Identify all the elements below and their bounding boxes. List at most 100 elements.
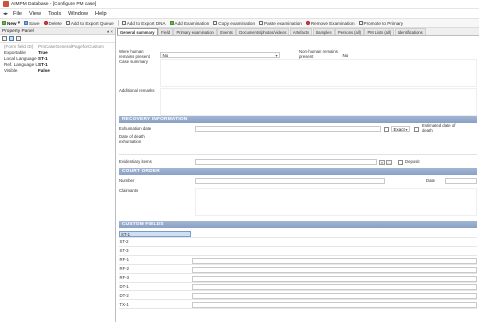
toolbar-separator	[117, 20, 119, 26]
custom-field-row: TX-1	[119, 301, 477, 310]
property-panel: Property Panel ♦ × (Form field ID) PmCase…	[0, 28, 116, 322]
property-pages-icon[interactable]	[16, 36, 21, 41]
court-date-input[interactable]	[445, 178, 477, 184]
delete-icon	[43, 21, 48, 25]
deposit-checkbox[interactable]	[398, 160, 403, 165]
remains-present-label: Were human remains present	[119, 49, 150, 59]
copy-icon	[213, 21, 218, 25]
property-panel-tools	[0, 35, 115, 43]
promote-primary-label: Promote to Primary	[363, 20, 404, 26]
custom-field-input[interactable]	[192, 284, 477, 291]
property-key: Ref. Language Label	[4, 61, 38, 67]
remove-icon	[305, 21, 310, 25]
tab-persons-all[interactable]: Persons (all)	[335, 28, 364, 35]
case-summary-input[interactable]	[160, 59, 477, 87]
save-label: Save	[29, 20, 40, 26]
custom-field-input[interactable]	[192, 257, 477, 264]
paste-icon	[259, 21, 264, 25]
claimants-input[interactable]	[195, 188, 477, 216]
tab-identifications[interactable]: Identifications	[394, 28, 426, 35]
tab-field[interactable]: Field	[158, 28, 173, 35]
custom-field-input[interactable]	[192, 293, 477, 300]
menu-file[interactable]: File	[13, 11, 22, 17]
tab-artefacts[interactable]: Artefacts	[289, 28, 313, 35]
custom-field-row: ST-1	[119, 230, 477, 238]
custom-field-label: TX-1	[119, 301, 129, 307]
property-value[interactable]: ST-1	[38, 62, 48, 67]
property-row[interactable]: (Form field ID) PmCaseGeneralPageforCusto…	[0, 43, 115, 49]
menu-view[interactable]: View	[29, 11, 41, 17]
court-order-section-header: COURT ORDER	[119, 168, 477, 175]
tab-pm-lists-all[interactable]: PM Lists (all)	[364, 28, 395, 35]
custom-field-input[interactable]	[192, 302, 477, 309]
promote-primary-button[interactable]: Promote to Primary	[358, 20, 404, 26]
custom-field-label[interactable]: ST-1	[119, 230, 191, 237]
evidentiary-clear-button[interactable]: ×	[379, 159, 385, 165]
custom-field-input[interactable]	[192, 266, 477, 273]
paste-examination-button[interactable]: Paste examination	[259, 21, 302, 26]
alphabetical-icon[interactable]	[9, 36, 14, 41]
custom-field-label: RF-1	[119, 257, 130, 263]
evidentiary-items-input[interactable]	[195, 159, 377, 165]
property-value[interactable]: False	[38, 68, 50, 73]
remove-examination-button[interactable]: Remove Examination	[305, 20, 355, 26]
tab-samples[interactable]: Samples	[312, 28, 335, 35]
property-row[interactable]: Visible False	[0, 67, 115, 73]
tab-events[interactable]: Events	[217, 28, 236, 35]
add-export-dna-button[interactable]: Add to Export DNA	[121, 21, 166, 26]
custom-field-label: RF-3	[119, 275, 130, 280]
export-queue-icon	[65, 21, 70, 25]
property-key: (Form field ID)	[4, 43, 34, 49]
date-death-exhumation-label: Date of death exhumation	[119, 134, 145, 144]
claimants-label: Claimants	[119, 188, 139, 193]
exhumation-precision-select[interactable]: Exact	[391, 126, 410, 132]
custom-field-input[interactable]	[192, 275, 477, 282]
custom-field-label: DT-1	[119, 283, 129, 289]
new-button[interactable]: New ▾	[2, 20, 20, 26]
property-panel-header: Property Panel ♦ ×	[0, 28, 115, 35]
add-examination-button[interactable]: Add Examination	[169, 21, 209, 26]
case-tabs: General summary Field Primary examination E…	[117, 28, 479, 36]
categorized-icon[interactable]	[2, 36, 7, 41]
property-value[interactable]: PmCaseGeneralPageforCustom	[38, 44, 104, 49]
tab-documents-photos-videos[interactable]: Documents/photos/videos	[236, 28, 290, 35]
non-human-remains-value-box[interactable]: No	[340, 52, 477, 58]
remove-examination-label: Remove Examination	[310, 20, 355, 26]
case-summary-label: Case summary	[119, 59, 148, 64]
custom-field-row: RF-2	[119, 266, 477, 274]
non-human-remains-label: Non-human remains present	[299, 49, 338, 59]
non-human-remains-value: No	[342, 53, 349, 58]
toolbar: New ▾ Save Delete Add to Export Queue Ad…	[0, 18, 479, 28]
court-number-input[interactable]	[195, 178, 385, 184]
add-export-queue-button[interactable]: Add to Export Queue	[65, 21, 114, 26]
additional-remarks-input[interactable]	[160, 88, 477, 116]
tab-general-summary[interactable]: General summary	[117, 28, 158, 35]
tab-primary-examination[interactable]: Primary examination	[173, 28, 217, 35]
menu-arrows-icon[interactable]: ◂▸	[3, 11, 8, 17]
save-button[interactable]: Save	[24, 20, 40, 26]
recovery-section-header: RECOVERY INFORMATION	[119, 116, 477, 123]
panel-pin-close-icon[interactable]: ♦ ×	[107, 29, 113, 34]
window-title: AIMPM Database - [Configure PM case]	[11, 1, 97, 7]
property-value[interactable]: ST-1	[38, 56, 48, 61]
custom-field-label: ST-3	[119, 248, 129, 254]
save-icon	[24, 21, 29, 25]
copy-examination-button[interactable]: Copy examination	[213, 21, 255, 26]
estimated-date-label: Estimated date of death	[422, 123, 456, 133]
exhumation-date-checkbox[interactable]	[384, 127, 389, 132]
property-key: Exportable	[4, 49, 26, 55]
custom-field-row: DT-1	[119, 283, 477, 292]
property-value[interactable]: True	[38, 50, 48, 55]
delete-button[interactable]: Delete	[43, 21, 62, 26]
menu-window[interactable]: Window	[68, 11, 88, 17]
property-list: (Form field ID) PmCaseGeneralPageforCusto…	[0, 43, 115, 73]
court-date-label: Date	[426, 178, 436, 183]
menu-tools[interactable]: Tools	[48, 11, 61, 17]
estimated-date-checkbox[interactable]	[414, 127, 419, 132]
custom-field-label: DT-2	[119, 292, 129, 298]
exhumation-date-input[interactable]	[195, 126, 381, 132]
custom-field-row: RF-3	[119, 275, 477, 283]
evidentiary-browse-button[interactable]: …	[386, 159, 392, 165]
remains-present-select[interactable]: No	[160, 52, 280, 58]
menu-help[interactable]: Help	[95, 11, 107, 17]
